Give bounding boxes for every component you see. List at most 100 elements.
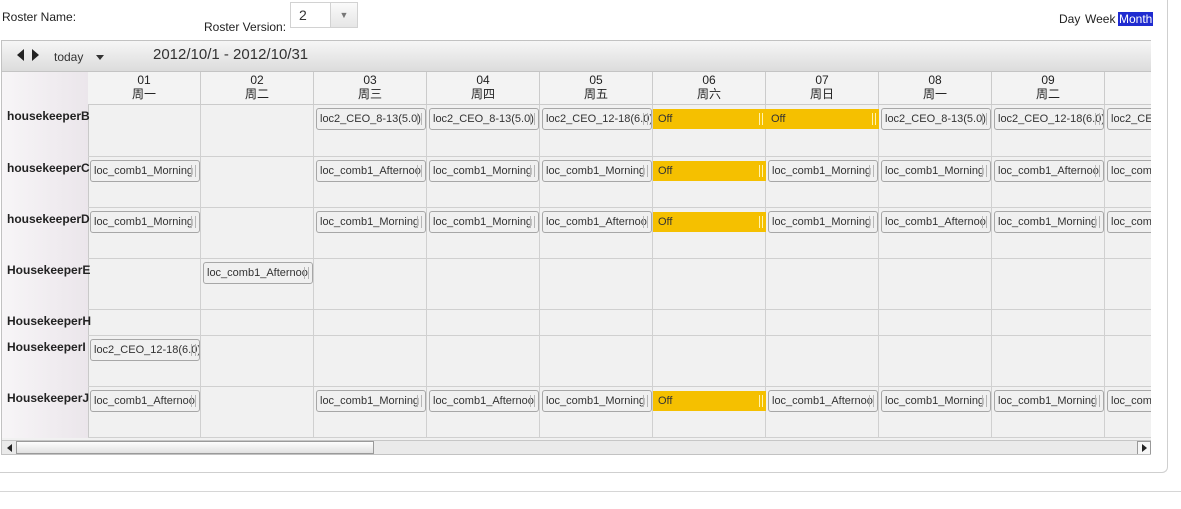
grid-row-line (88, 156, 1151, 157)
grid-row-line (88, 258, 1151, 259)
shift-event[interactable]: loc_comb1_Morning (542, 390, 652, 412)
shift-event[interactable]: loc_comb1_Afternoo (316, 160, 426, 182)
resize-handle[interactable] (1095, 216, 1100, 228)
day-header: 02 周二 (201, 72, 314, 105)
resize-handle[interactable] (643, 165, 648, 177)
event-label: loc_comb1_Afternoo (207, 267, 308, 279)
shift-event[interactable]: loc_comb1_Morning (90, 211, 200, 233)
resize-handle[interactable] (643, 216, 648, 228)
shift-event[interactable]: loc_comb1_Morning (316, 211, 426, 233)
resize-handle[interactable] (1095, 165, 1100, 177)
resize-handle[interactable] (869, 395, 874, 407)
shift-event[interactable]: loc_comb (1107, 211, 1151, 233)
shift-event[interactable]: loc_comb1_Afternoo (542, 211, 652, 233)
scroll-right-button[interactable] (1137, 441, 1151, 454)
day-number: 09 (1041, 73, 1055, 87)
scrollbar-thumb[interactable] (16, 441, 374, 454)
resize-handle[interactable] (759, 216, 763, 228)
resize-handle[interactable] (643, 113, 648, 125)
view-day-button[interactable]: Day (1059, 12, 1080, 26)
shift-event[interactable]: loc_comb1_Morning (90, 160, 200, 182)
off-day-event[interactable]: Off (653, 109, 766, 129)
resize-handle[interactable] (417, 216, 422, 228)
event-label: loc2_CEO_8-13(5.0) (320, 113, 421, 125)
scroll-left-button[interactable] (2, 441, 16, 454)
resize-handle[interactable] (530, 113, 535, 125)
shift-event[interactable]: loc_comb1_Morning (542, 160, 652, 182)
today-button[interactable]: today (54, 50, 83, 64)
resize-handle[interactable] (869, 216, 874, 228)
resize-handle[interactable] (417, 113, 422, 125)
resize-handle[interactable] (191, 344, 196, 356)
shift-event[interactable]: loc_comb1_Morning (994, 211, 1104, 233)
roster-version-select[interactable]: 2 ▼ (290, 2, 358, 28)
resize-handle[interactable] (530, 395, 535, 407)
resize-handle[interactable] (1095, 395, 1100, 407)
shift-event[interactable]: loc_comb1_Morning (429, 160, 539, 182)
resize-handle[interactable] (191, 216, 196, 228)
shift-event[interactable]: loc_comb1_Afternoo (881, 211, 991, 233)
shift-event[interactable]: loc2_CEO_12-18(6.0) (90, 339, 200, 361)
off-day-event[interactable]: Off (653, 161, 766, 181)
event-label: loc_comb1_Morning (998, 216, 1098, 228)
grid-row-line (88, 386, 1151, 387)
resize-handle[interactable] (530, 216, 535, 228)
resize-handle[interactable] (759, 395, 763, 407)
view-week-button[interactable]: Week (1085, 12, 1115, 26)
shift-event[interactable]: loc2_CEO (1107, 108, 1151, 130)
day-number: 07 (815, 73, 829, 87)
shift-event[interactable]: loc_comb1_Morning (994, 390, 1104, 412)
event-label: loc_comb1_Afternoo (94, 395, 195, 407)
event-label: Off (658, 216, 673, 228)
resize-handle[interactable] (643, 395, 648, 407)
resize-handle[interactable] (530, 165, 535, 177)
event-label: loc_comb (1111, 165, 1151, 177)
shift-event[interactable]: loc2_CEO_8-13(5.0) (881, 108, 991, 130)
resize-handle[interactable] (982, 165, 987, 177)
shift-event[interactable]: loc_comb1_Afternoo (90, 390, 200, 412)
shift-event[interactable]: loc_comb1_Morning (316, 390, 426, 412)
resource-name: HousekeeperI (7, 340, 86, 354)
roster-calendar: today 2012/10/1 - 2012/10/31 01 周一 02 周二 03 周… (1, 40, 1151, 455)
off-day-event[interactable]: Off (766, 109, 879, 129)
shift-event[interactable]: loc2_CEO_12-18(6.0) (542, 108, 652, 130)
resize-handle[interactable] (417, 165, 422, 177)
shift-event[interactable]: loc_comb (1107, 160, 1151, 182)
resize-handle[interactable] (872, 113, 876, 125)
shift-event[interactable]: loc_comb1_Morning (881, 390, 991, 412)
shift-event[interactable]: loc_comb1_Morning (881, 160, 991, 182)
view-month-button[interactable]: Month (1118, 12, 1154, 26)
shift-event[interactable]: loc_comb1_Afternoo (203, 262, 313, 284)
resize-handle[interactable] (1095, 113, 1100, 125)
shift-event[interactable]: loc_comb1_Morning (768, 211, 878, 233)
resize-handle[interactable] (191, 165, 196, 177)
resize-handle[interactable] (191, 395, 196, 407)
triangle-left-icon[interactable] (17, 49, 24, 61)
horizontal-scrollbar[interactable] (2, 440, 1151, 454)
shift-event[interactable]: loc_comb1_Morning (768, 160, 878, 182)
resize-handle[interactable] (982, 395, 987, 407)
shift-event[interactable]: loc_comb1_Afternoo (768, 390, 878, 412)
chevron-down-icon[interactable]: ▼ (330, 3, 357, 27)
shift-event[interactable]: loc_comb1_Afternoo (429, 390, 539, 412)
resource-name: HousekeeperJ (7, 391, 90, 405)
event-label: Off (658, 395, 673, 407)
shift-event[interactable]: loc_comb (1107, 390, 1151, 412)
event-label: loc_comb1_Morning (94, 216, 194, 228)
shift-event[interactable]: loc2_CEO_8-13(5.0) (429, 108, 539, 130)
off-day-event[interactable]: Off (653, 391, 766, 411)
shift-event[interactable]: loc2_CEO_8-13(5.0) (316, 108, 426, 130)
resize-handle[interactable] (759, 165, 763, 177)
shift-event[interactable]: loc2_CEO_12-18(6.0) (994, 108, 1104, 130)
resize-handle[interactable] (759, 113, 763, 125)
resize-handle[interactable] (869, 165, 874, 177)
shift-event[interactable]: loc_comb1_Afternoo (994, 160, 1104, 182)
resize-handle[interactable] (982, 216, 987, 228)
off-day-event[interactable]: Off (653, 212, 766, 232)
resize-handle[interactable] (982, 113, 987, 125)
resize-handle[interactable] (304, 267, 309, 279)
triangle-right-icon[interactable] (32, 49, 39, 61)
shift-event[interactable]: loc_comb1_Morning (429, 211, 539, 233)
caret-down-icon[interactable] (96, 55, 104, 60)
resize-handle[interactable] (417, 395, 422, 407)
